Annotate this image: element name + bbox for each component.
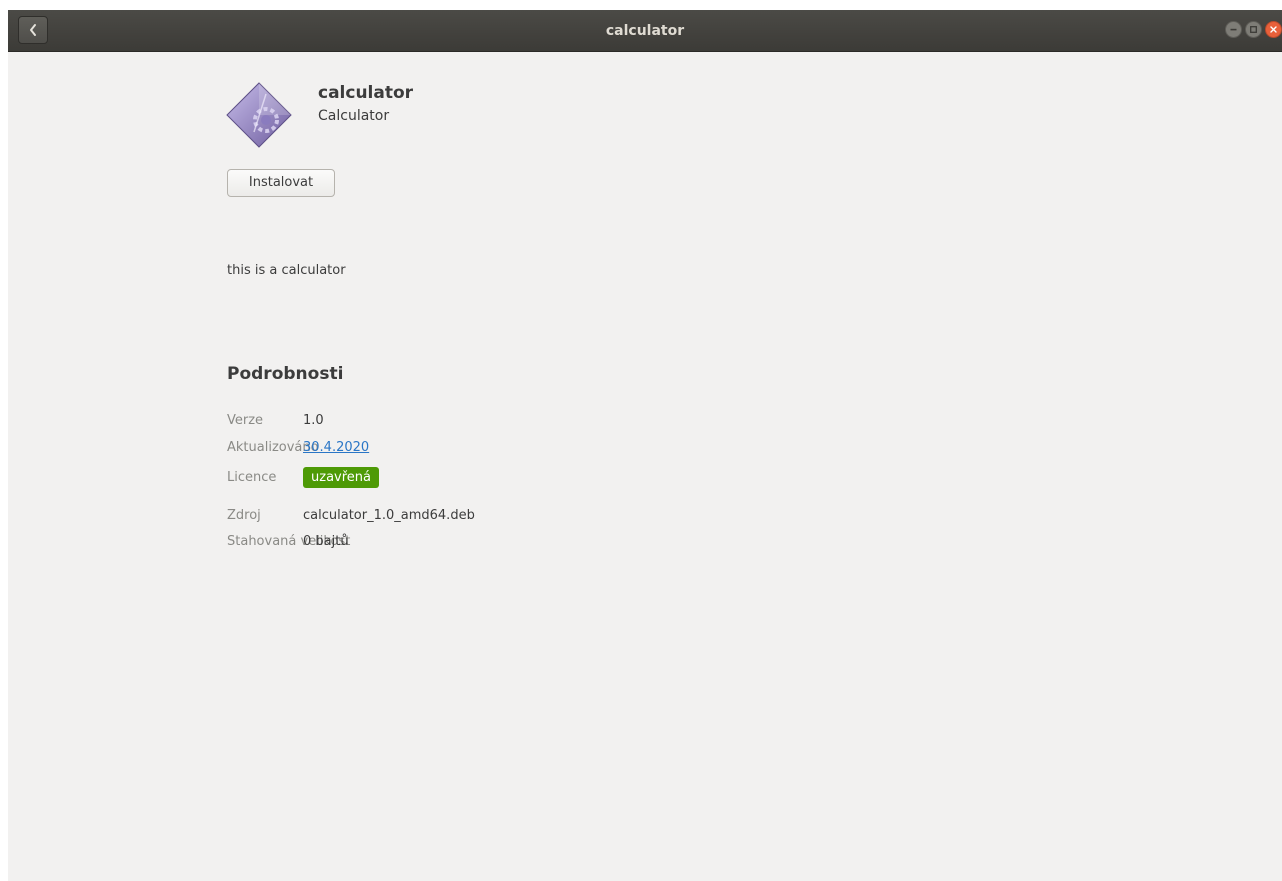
minimize-button[interactable] <box>1225 21 1242 38</box>
license-label: Licence <box>227 470 277 485</box>
close-button[interactable] <box>1265 21 1282 38</box>
app-description: this is a calculator <box>227 263 346 278</box>
download-size-value: 0 bajtů <box>303 534 349 549</box>
source-value: calculator_1.0_amd64.deb <box>303 508 475 523</box>
maximize-icon <box>1250 26 1257 33</box>
app-name: calculator <box>318 83 414 103</box>
version-value: 1.0 <box>303 413 324 428</box>
updated-date-link[interactable]: 30.4.2020 <box>303 440 369 455</box>
minimize-icon <box>1230 28 1237 31</box>
header-bar: calculator <box>8 10 1282 52</box>
version-label: Verze <box>227 413 264 428</box>
window-controls <box>1225 21 1282 38</box>
details-heading: Podrobnosti <box>227 364 344 384</box>
app-window: calculator calculator Calculator Instalo… <box>8 10 1282 881</box>
close-icon <box>1270 26 1277 33</box>
source-label: Zdroj <box>227 508 261 523</box>
install-button[interactable]: Instalovat <box>227 169 335 197</box>
window-title: calculator <box>605 23 685 39</box>
calculator-app-icon <box>226 82 292 148</box>
license-badge[interactable]: uzavřená <box>303 467 379 488</box>
maximize-button[interactable] <box>1245 21 1262 38</box>
app-summary: Calculator <box>318 108 390 124</box>
